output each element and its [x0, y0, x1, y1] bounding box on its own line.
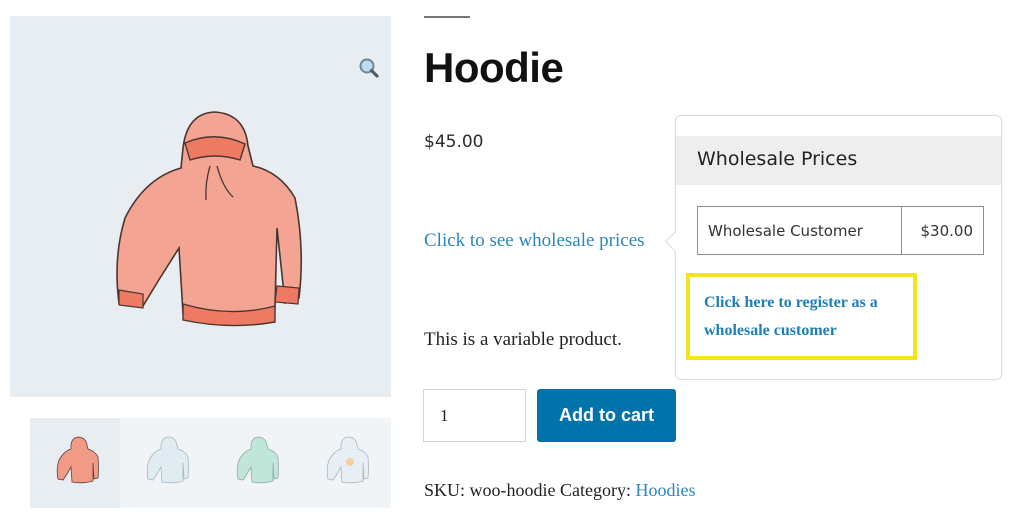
product-description: This is a variable product.: [424, 329, 622, 350]
popup-title: Wholesale Prices: [697, 148, 858, 170]
magnifier-icon: [359, 58, 379, 78]
wholesale-prices-popup: Wholesale Prices Wholesale Customer $30.…: [664, 115, 1002, 380]
thumbnail-hoodie-logo[interactable]: [300, 418, 390, 508]
category-label: Category:: [560, 480, 631, 500]
product-price: $45.00: [424, 132, 484, 152]
category-link[interactable]: Hoodies: [635, 480, 695, 500]
product-main-image[interactable]: [10, 16, 391, 397]
title-divider: [424, 16, 470, 18]
quantity-input[interactable]: [423, 389, 526, 442]
hoodie-thumbnail-icon: [146, 436, 189, 484]
zoom-button[interactable]: [358, 57, 380, 79]
thumbnail-hoodie-light-blue[interactable]: [120, 418, 210, 508]
hoodie-thumbnail-icon: [56, 436, 99, 484]
hoodie-thumbnail-icon: [326, 436, 369, 484]
thumbnail-hoodie-green[interactable]: [210, 418, 300, 508]
hoodie-thumbnail-icon: [236, 436, 279, 484]
product-title: Hoodie: [424, 44, 564, 91]
table-row: Wholesale Customer $30.00: [697, 206, 984, 255]
see-wholesale-prices-link[interactable]: Click to see wholesale prices: [424, 230, 645, 252]
register-wholesale-link[interactable]: Click here to register as a wholesale cu…: [704, 289, 914, 345]
thumbnail-hoodie-red[interactable]: [30, 418, 120, 508]
sku-value: woo-hoodie: [469, 480, 556, 500]
popup-arrow: [664, 230, 687, 253]
product-meta: SKU: woo-hoodie Category: Hoodies: [424, 480, 695, 501]
popup-header: Wholesale Prices: [676, 136, 1001, 185]
hoodie-image: [116, 111, 303, 327]
wholesale-role: Wholesale Customer: [697, 206, 902, 255]
sku-label: SKU:: [424, 480, 466, 500]
thumbnail-strip: [30, 418, 391, 508]
add-to-cart-button[interactable]: Add to cart: [537, 389, 676, 442]
wholesale-price-table: Wholesale Customer $30.00: [697, 206, 984, 255]
register-highlight-box: Click here to register as a wholesale cu…: [686, 273, 917, 360]
wholesale-price: $30.00: [901, 206, 984, 255]
